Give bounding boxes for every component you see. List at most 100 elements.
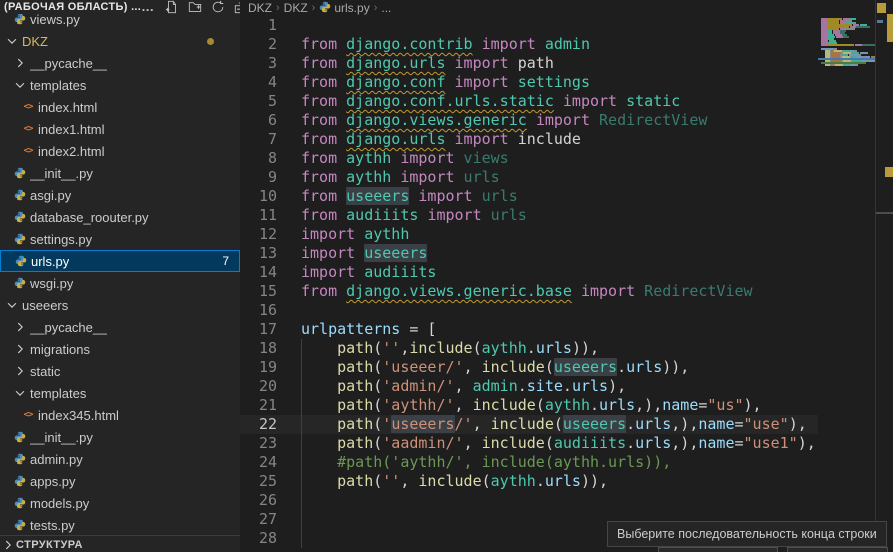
line-number: 15 <box>240 282 277 301</box>
tree-item-apps-py[interactable]: apps.py <box>0 470 240 492</box>
code-token: import <box>400 168 454 186</box>
code-token: 'admin/' <box>382 377 454 395</box>
refresh-icon[interactable] <box>211 0 225 14</box>
tree-item-tests-py[interactable]: tests.py <box>0 514 240 536</box>
tree-item-label: urls.py <box>31 254 69 269</box>
outline-section-header[interactable]: СТРУКТУРА <box>0 535 240 552</box>
tree-item-static[interactable]: static <box>0 360 240 382</box>
code-token: . <box>527 339 536 357</box>
tree-item-migrations[interactable]: migrations <box>0 338 240 360</box>
minimap[interactable] <box>818 16 875 552</box>
breadcrumb-separator: › <box>312 2 316 14</box>
tree-item-index-html[interactable]: <>index.html <box>0 96 240 118</box>
chevron-right-icon[interactable] <box>0 538 16 552</box>
chevron-right-icon[interactable] <box>12 342 28 356</box>
tree-item-templates[interactable]: templates <box>0 382 240 404</box>
code-line: from django.views.generic import Redirec… <box>301 111 816 130</box>
code-token: import <box>455 130 509 148</box>
eol-sequence-tooltip: Выберите последовательность конца строки <box>607 521 887 547</box>
tree-item--init-py[interactable]: __init__.py <box>0 162 240 184</box>
chevron-right-icon[interactable] <box>12 364 28 378</box>
code-token: = <box>735 434 744 452</box>
explorer-header: (РАБОЧАЯ ОБЛАСТЬ) ... … <box>0 0 240 14</box>
tree-item-dkz[interactable]: DKZ <box>0 30 240 52</box>
tree-item-urls-py[interactable]: urls.py7 <box>0 250 240 272</box>
editor-pane[interactable]: DKZ›DKZ›urls.py›... 12345678910111213141… <box>240 0 893 552</box>
breadcrumb-item[interactable]: DKZ <box>284 1 308 15</box>
minimap-line <box>865 52 868 54</box>
code-token: , <box>473 415 491 433</box>
tree-item-label: __pycache__ <box>30 56 107 71</box>
tree-item-admin-py[interactable]: admin.py <box>0 448 240 470</box>
code-token: ,), <box>671 415 698 433</box>
code-token: . <box>563 377 572 395</box>
tree-item-wsgi-py[interactable]: wsgi.py <box>0 272 240 294</box>
code-token: import <box>455 73 509 91</box>
breadcrumb-item[interactable]: ... <box>381 1 391 15</box>
code-token: ( <box>545 434 554 452</box>
python-file-icon <box>12 277 28 289</box>
more-actions-button[interactable]: … <box>141 2 154 12</box>
statusbar-item[interactable] <box>658 547 778 552</box>
code-token: audiiits <box>346 206 418 224</box>
code-token <box>527 111 536 129</box>
chevron-down-icon[interactable] <box>12 78 28 92</box>
code-token: useeers <box>563 415 626 433</box>
code-content[interactable]: from django.contrib import adminfrom dja… <box>301 16 816 548</box>
breadcrumb-item[interactable]: urls.py <box>319 1 369 16</box>
tree-item-label: index.html <box>38 100 97 115</box>
tree-item-database-roouter-py[interactable]: database_roouter.py <box>0 206 240 228</box>
tree-item--pycache-[interactable]: __pycache__ <box>0 52 240 74</box>
code-token: django.conf.urls.static <box>346 92 554 110</box>
tree-item-index345-html[interactable]: <>index345.html <box>0 404 240 426</box>
tree-item-index2-html[interactable]: <>index2.html <box>0 140 240 162</box>
code-token: ,), <box>671 434 698 452</box>
code-token: ), <box>798 434 816 452</box>
tree-item--pycache-[interactable]: __pycache__ <box>0 316 240 338</box>
chevron-right-icon[interactable] <box>12 56 28 70</box>
code-token: django.urls <box>346 130 445 148</box>
tree-item-useeers[interactable]: useeers <box>0 294 240 316</box>
tree-item-templates[interactable]: templates <box>0 74 240 96</box>
code-token: ' <box>382 415 391 433</box>
tree-item-asgi-py[interactable]: asgi.py <box>0 184 240 206</box>
overview-ruler[interactable] <box>875 0 893 552</box>
code-line: path('admin/', admin.site.urls), <box>301 377 816 396</box>
statusbar-item[interactable] <box>787 547 888 552</box>
code-token: static <box>617 92 680 110</box>
tree-item--init-py[interactable]: __init__.py <box>0 426 240 448</box>
line-number: 6 <box>240 111 277 130</box>
breadcrumb-item[interactable]: DKZ <box>248 1 272 15</box>
tree-item-label: index345.html <box>38 408 119 423</box>
minimap-selection-line <box>818 58 875 60</box>
tree-item-label: index1.html <box>38 122 104 137</box>
chevron-down-icon[interactable] <box>4 298 20 312</box>
chevron-right-icon[interactable] <box>12 320 28 334</box>
tree-item-models-py[interactable]: models.py <box>0 492 240 514</box>
warning-dot-badge <box>207 38 214 45</box>
overview-ruler-warning-mark <box>887 14 893 42</box>
tree-item-settings-py[interactable]: settings.py <box>0 228 240 250</box>
code-token: include <box>418 472 481 490</box>
code-token: django.views.generic.base <box>346 282 572 300</box>
code-token: import <box>400 149 454 167</box>
overview-ruler-selection-mark <box>877 20 883 23</box>
line-number: 10 <box>240 187 277 206</box>
new-folder-icon[interactable] <box>188 0 202 14</box>
minimap-line <box>856 26 870 28</box>
new-file-icon[interactable] <box>165 0 179 14</box>
minimap-line <box>855 44 862 46</box>
code-token: RedirectView <box>635 282 752 300</box>
chevron-down-icon[interactable] <box>4 34 20 48</box>
line-number: 4 <box>240 73 277 92</box>
tree-item-label: wsgi.py <box>30 276 73 291</box>
code-line: from django.conf import settings <box>301 73 816 92</box>
code-line <box>301 16 816 35</box>
chevron-down-icon[interactable] <box>12 386 28 400</box>
code-line: from aythh import urls <box>301 168 816 187</box>
code-token: include <box>473 396 536 414</box>
line-number: 5 <box>240 92 277 111</box>
collapse-folders-icon[interactable] <box>234 0 240 14</box>
tree-item-index1-html[interactable]: <>index1.html <box>0 118 240 140</box>
code-token: from <box>301 92 346 110</box>
